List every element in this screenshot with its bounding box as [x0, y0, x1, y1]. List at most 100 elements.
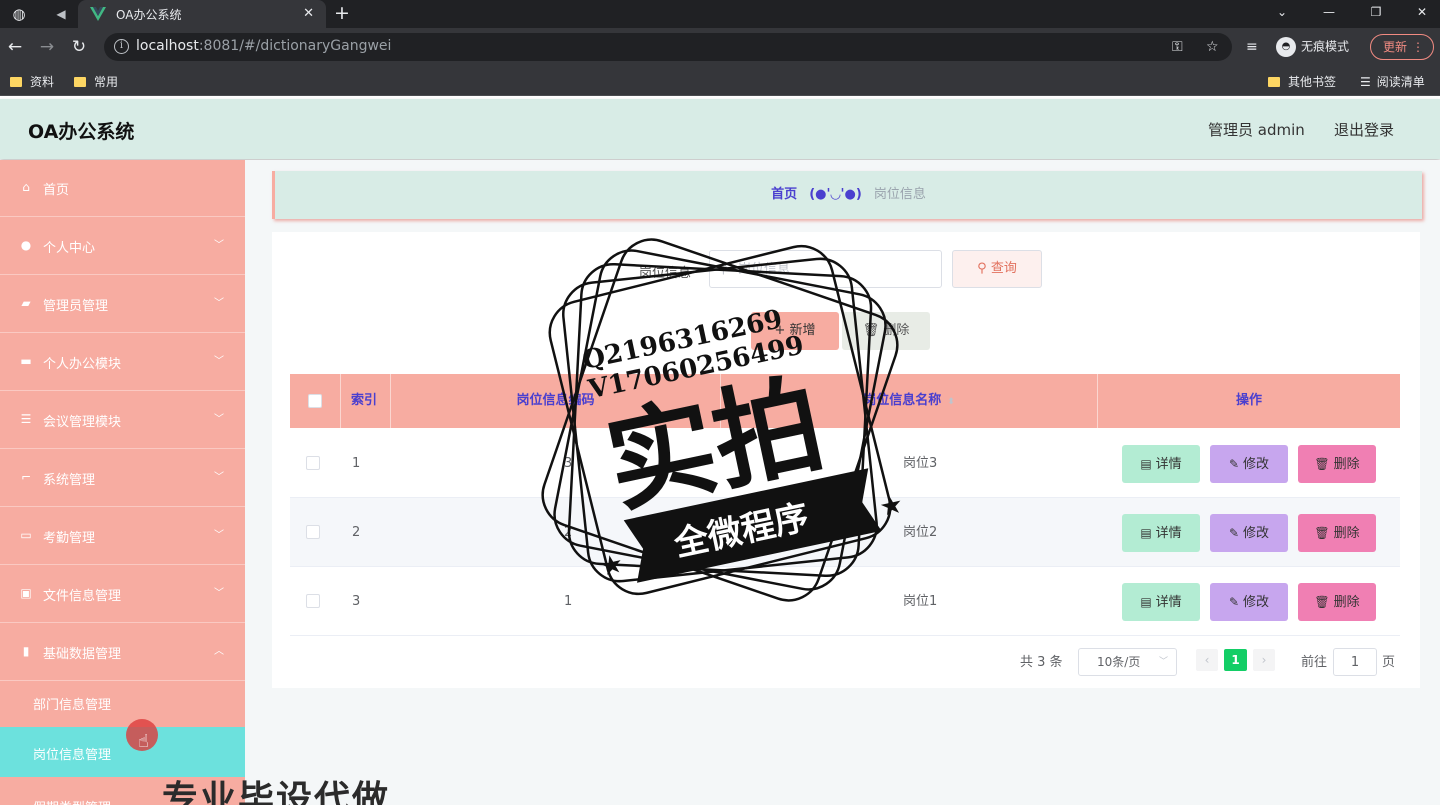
- goto-label: 前往: [1301, 655, 1328, 670]
- minimize-icon[interactable]: —: [1319, 2, 1339, 22]
- reading-list[interactable]: ☰ 阅读清单: [1360, 73, 1425, 90]
- page-size-select[interactable]: 10条/页 ﹀: [1078, 648, 1177, 676]
- delete-button[interactable]: 🗑 删除: [1298, 514, 1376, 552]
- reading-list-icon: ☰: [1360, 75, 1371, 89]
- sidebar-subitem-label: 部门信息管理: [33, 698, 112, 713]
- page-number[interactable]: 1: [1224, 649, 1247, 671]
- chevron-down-icon: ﹀: [214, 240, 224, 251]
- sidebar-item-system[interactable]: ⌐ 系统管理 ﹀: [0, 450, 245, 507]
- row-checkbox[interactable]: [306, 456, 320, 470]
- sidebar-item-label: 个人中心: [43, 241, 96, 256]
- incognito-indicator[interactable]: ◓ 无痕模式: [1276, 37, 1349, 57]
- star-icon: ★: [877, 489, 906, 523]
- info-icon[interactable]: i: [114, 39, 129, 54]
- sidebar-item-home[interactable]: ⌂ 首页: [0, 160, 245, 217]
- chevron-down-icon: ﹀: [214, 472, 224, 483]
- column-actions: 操作: [1235, 393, 1262, 408]
- sidebar-item-label: 首页: [43, 183, 70, 198]
- select-all-checkbox[interactable]: [308, 394, 322, 408]
- sidebar-subitem-departments[interactable]: 部门信息管理: [0, 677, 245, 727]
- reload-icon[interactable]: ↻: [68, 36, 90, 58]
- edit-button[interactable]: ✎ 修改: [1210, 445, 1288, 483]
- restore-icon[interactable]: ❐: [1366, 2, 1386, 22]
- bookmark-folder[interactable]: 其他书签: [1268, 73, 1336, 90]
- sidebar-item-personal-office[interactable]: ▬ 个人办公模块 ﹀: [0, 334, 245, 391]
- sort-icon[interactable]: ⬍: [947, 397, 955, 407]
- address-bar[interactable]: i localhost:8081/#/dictionaryGangwei ⚿ ☆: [104, 33, 1232, 61]
- logout-link[interactable]: 退出登录: [1334, 119, 1394, 140]
- page-size-value: 10条/页: [1097, 655, 1141, 669]
- edit-button[interactable]: ✎ 修改: [1210, 583, 1288, 621]
- cell-index: 1: [352, 456, 361, 471]
- briefcase-icon: ▬: [20, 354, 32, 368]
- cell-index: 3: [352, 594, 361, 609]
- trash-icon: 🗑: [1314, 595, 1330, 609]
- page-unit: 页: [1382, 655, 1396, 670]
- star-icon[interactable]: ☆: [1206, 37, 1219, 57]
- chevron-down-icon: ﹀: [1158, 657, 1168, 667]
- new-tab-icon[interactable]: +: [334, 3, 350, 23]
- window-close-icon[interactable]: ✕: [1412, 2, 1432, 22]
- hand-cursor-icon: ☝: [138, 731, 149, 752]
- select-all-cell: [290, 374, 341, 428]
- document-icon: ▤: [1140, 526, 1152, 540]
- reading-queue-icon[interactable]: ≡: [1246, 37, 1258, 57]
- sidebar-item-admins[interactable]: ▰ 管理员管理 ﹀: [0, 276, 245, 333]
- sidebar-item-attendance[interactable]: ▭ 考勤管理 ﹀: [0, 508, 245, 565]
- bookmark-folder[interactable]: 常用: [74, 73, 118, 90]
- crop-icon: ⌐: [20, 470, 32, 484]
- speaker-icon[interactable]: ◀: [52, 5, 70, 23]
- user-icon: ●: [20, 238, 32, 252]
- search-button[interactable]: ⚲ 查询: [952, 250, 1042, 288]
- delete-button[interactable]: 🗑 删除: [1298, 583, 1376, 621]
- row-checkbox[interactable]: [306, 525, 320, 539]
- key-icon[interactable]: ⚿: [1172, 37, 1183, 57]
- sidebar-item-profile[interactable]: ● 个人中心 ﹀: [0, 218, 245, 275]
- breadcrumb: 首页 (●'◡'●) 岗位信息: [272, 171, 1422, 219]
- row-checkbox[interactable]: [306, 594, 320, 608]
- cell-index: 2: [352, 525, 361, 540]
- sidebar-item-meetings[interactable]: ☰ 会议管理模块 ﹀: [0, 392, 245, 449]
- tab-list-icon[interactable]: ⌄: [1272, 2, 1292, 22]
- sliders-icon: ☰: [20, 412, 32, 426]
- url-text[interactable]: localhost:8081/#/dictionaryGangwei: [136, 38, 391, 54]
- prev-page-button[interactable]: ‹: [1196, 649, 1218, 671]
- back-icon[interactable]: ←: [4, 36, 26, 58]
- bookmark-folder[interactable]: 资料: [10, 73, 54, 90]
- detail-button[interactable]: ▤ 详情: [1122, 583, 1200, 621]
- edit-button[interactable]: ✎ 修改: [1210, 514, 1288, 552]
- sidebar-item-files[interactable]: ▣ 文件信息管理 ﹀: [0, 566, 245, 623]
- bookmarks-bar: 资料 常用 其他书签 ☰ 阅读清单: [0, 66, 1440, 96]
- card-icon: ▭: [20, 528, 32, 542]
- pencil-icon: ✎: [1228, 526, 1240, 540]
- browser-tab-bar: ◍ ◀ OA办公系统 ✕ + ⌄ — ❐ ✕: [0, 0, 1440, 28]
- sidebar-item-label: 文件信息管理: [43, 589, 122, 604]
- breadcrumb-separator: (●'◡'●): [809, 187, 862, 202]
- globe-icon[interactable]: ◍: [10, 5, 28, 23]
- goto-page-input[interactable]: [1333, 648, 1377, 676]
- next-page-button[interactable]: ›: [1253, 649, 1275, 671]
- close-icon[interactable]: ✕: [303, 5, 314, 23]
- tab-title: OA办公系统: [116, 8, 182, 22]
- app-header: OA办公系统 管理员 admin 退出登录: [0, 99, 1440, 159]
- detail-button[interactable]: ▤ 详情: [1122, 514, 1200, 552]
- sidebar-item-basic-data[interactable]: ▮ 基础数据管理 ︿: [0, 624, 245, 681]
- breadcrumb-home[interactable]: 首页: [771, 187, 797, 202]
- forward-icon[interactable]: →: [36, 36, 58, 58]
- document-icon: ▤: [1140, 457, 1152, 471]
- detail-button[interactable]: ▤ 详情: [1122, 445, 1200, 483]
- app-title: OA办公系统: [28, 121, 135, 143]
- sidebar-item-label: 基础数据管理: [43, 647, 122, 662]
- delete-button[interactable]: 🗑 删除: [1298, 445, 1376, 483]
- pencil-icon: ✎: [1228, 595, 1240, 609]
- trash-icon: 🗑: [1314, 457, 1330, 471]
- browser-toolbar: ← → ↻ i localhost:8081/#/dictionaryGangw…: [0, 28, 1440, 66]
- bottom-watermark: 专业毕设代做: [162, 779, 391, 805]
- document-icon: ▤: [1140, 595, 1152, 609]
- more-icon: ⋮: [1412, 40, 1424, 54]
- home-icon: ⌂: [22, 180, 30, 194]
- pagination-total: 共 3 条: [1020, 655, 1063, 670]
- picture-icon: ▣: [20, 586, 32, 600]
- update-button[interactable]: 更新 ⋮: [1370, 34, 1434, 60]
- browser-tab[interactable]: OA办公系统 ✕: [78, 0, 326, 28]
